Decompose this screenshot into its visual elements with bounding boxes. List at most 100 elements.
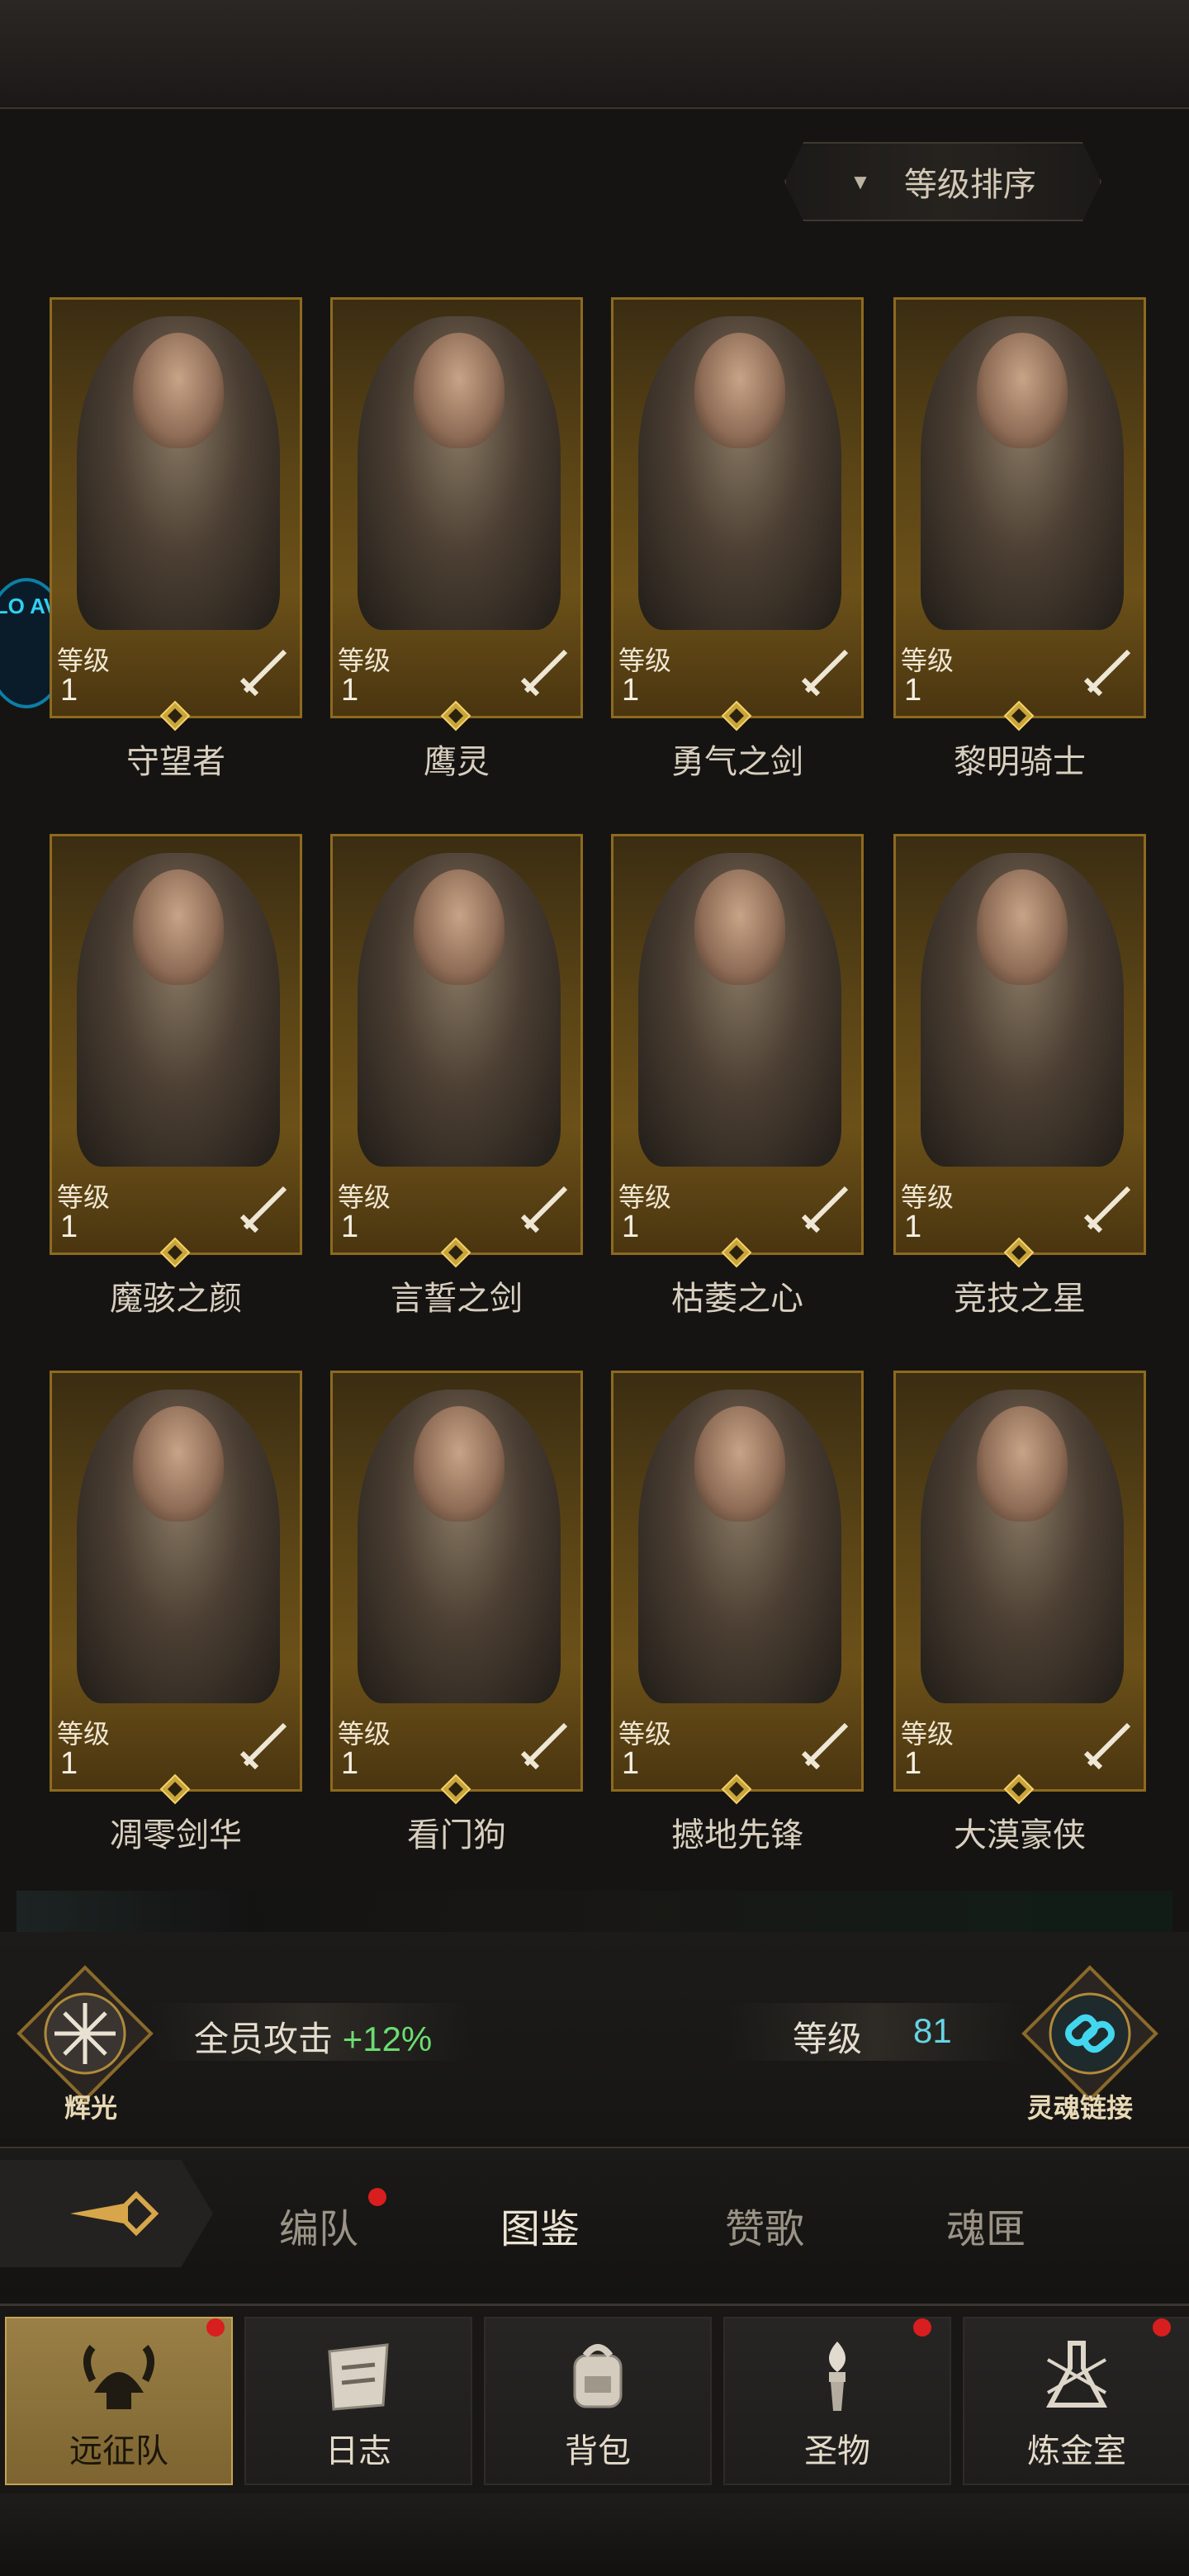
radiance-emblem-icon[interactable] [15,1963,155,2104]
hero-face [133,1406,224,1522]
sort-label: 等级排序 [903,167,1036,203]
sword-class-icon [1083,1186,1131,1234]
alchemy-flask-icon [1046,2341,1107,2408]
hero-card[interactable]: 等级 1 黎明骑士 [893,297,1146,780]
hero-portrait-frame: 等级 1 [893,1371,1146,1792]
sort-by-level-button[interactable]: ▼ 等级排序 [784,142,1101,221]
hero-level-value: 1 [622,673,640,708]
hero-portrait-frame: 等级 1 [330,834,583,1255]
bonus-divider-right [727,2003,1024,2061]
hero-portrait-frame: 等级 1 [893,297,1146,718]
dropdown-arrow-icon: ▼ [850,168,871,194]
tab-hymn[interactable]: 赞歌 [725,2196,804,2254]
soul-link-emblem-icon[interactable] [1020,1963,1160,2104]
torch-relic-icon [829,2342,846,2411]
hero-name: 凋零剑华 [110,1817,242,1854]
hero-face [414,333,504,448]
sword-class-icon [520,649,568,697]
sword-class-icon [239,649,287,697]
hero-face [133,333,224,448]
next-row-partial [17,1891,1172,1932]
hero-card[interactable]: 等级 1 枯萎之心 [611,834,864,1317]
hero-portrait-frame: 等级 1 [330,297,583,718]
sword-class-icon [801,649,849,697]
tab-soul-box[interactable]: 魂匣 [946,2196,1026,2254]
rarity-gem-icon [1003,1773,1035,1805]
tab-formation[interactable]: 编队 [279,2196,358,2254]
bonus-value: +12% [342,2020,433,2058]
rarity-gem-icon [721,1773,752,1805]
hero-portrait-frame: 等级 1 [611,297,864,718]
sword-class-icon [1083,649,1131,697]
hero-card[interactable]: 等级 1 言誓之剑 [330,834,583,1317]
hero-face [977,1406,1068,1522]
nav-relic[interactable]: 圣物 [723,2317,951,2485]
hero-face [694,333,785,448]
back-arrow-icon [70,2190,159,2237]
hero-name: 黎明骑士 [954,744,1086,780]
radiance-label: 辉光 [64,2093,118,2123]
hero-level-value: 1 [904,673,922,708]
team-attack-bonus: 全员攻击 +12% [194,2020,433,2058]
hero-card[interactable]: 等级 1 勇气之剑 [611,297,864,780]
nav-backpack[interactable]: 背包 [484,2317,712,2485]
nav-relic-notification-dot [913,2318,931,2337]
hero-level-value: 1 [60,1746,78,1781]
hero-card[interactable]: 等级 1 鹰灵 [330,297,583,780]
sword-class-icon [1083,1722,1131,1770]
sword-class-icon [801,1722,849,1770]
nav-journal[interactable]: 日志 [244,2317,472,2485]
total-level-value: 81 [913,2011,952,2050]
hero-name: 大漠豪侠 [954,1817,1086,1854]
sword-class-icon [520,1722,568,1770]
hero-level-value: 1 [60,673,78,708]
hero-face [414,869,504,985]
hero-level-value: 1 [341,1746,359,1781]
hero-level-value: 1 [60,1210,78,1244]
tab-formation-notification-dot [368,2188,386,2206]
nav-alchemy-notification-dot [1153,2318,1171,2337]
hero-name: 魔骇之颜 [110,1281,242,1317]
rarity-gem-icon [440,700,471,732]
hero-card[interactable]: 等级 1 看门狗 [330,1371,583,1854]
hero-card[interactable]: 等级 1 大漠豪侠 [893,1371,1146,1854]
hero-portrait-frame: 等级 1 [50,297,302,718]
hero-card[interactable]: 等级 1 魔骇之颜 [50,834,302,1317]
hero-portrait-frame: 等级 1 [611,834,864,1255]
hero-name: 枯萎之心 [671,1281,803,1317]
nav-alchemy-room[interactable]: 炼金室 [963,2317,1189,2485]
bottom-decorative-strip [0,2493,1189,2576]
sword-class-icon [239,1722,287,1770]
hero-name: 撼地先锋 [671,1817,803,1854]
nav-expedition[interactable]: 远征队 [5,2317,233,2485]
hero-card[interactable]: 等级 1 凋零剑华 [50,1371,302,1854]
hero-name: 看门狗 [407,1817,506,1854]
hero-level-value: 1 [622,1210,640,1244]
hero-card[interactable]: 等级 1 撼地先锋 [611,1371,864,1854]
hero-portrait-frame: 等级 1 [50,1371,302,1792]
hero-card[interactable]: 等级 1 守望者 [50,297,302,780]
back-button[interactable] [0,2160,213,2267]
rarity-gem-icon [1003,1237,1035,1268]
hero-portrait-frame: 等级 1 [611,1371,864,1792]
hero-level-value: 1 [341,673,359,708]
sword-class-icon [520,1186,568,1234]
sword-class-icon [801,1186,849,1234]
journal-icon [328,2343,389,2411]
backpack-icon [573,2344,623,2408]
hero-card[interactable]: 等级 1 竞技之星 [893,834,1146,1317]
rarity-gem-icon [159,700,191,732]
sword-class-icon [239,1186,287,1234]
tab-codex[interactable]: 图鉴 [500,2196,580,2254]
rarity-gem-icon [440,1773,471,1805]
hero-face [977,869,1068,985]
hero-level-value: 1 [904,1746,922,1781]
hero-face [694,869,785,985]
hero-face [414,1406,504,1522]
viking-helmet-icon [83,2345,154,2409]
hero-portrait-frame: 等级 1 [50,834,302,1255]
hero-portrait-frame: 等级 1 [893,834,1146,1255]
hero-name: 竞技之星 [954,1281,1086,1317]
soul-link-label: 灵魂链接 [1027,2093,1134,2123]
hero-level-value: 1 [341,1210,359,1244]
